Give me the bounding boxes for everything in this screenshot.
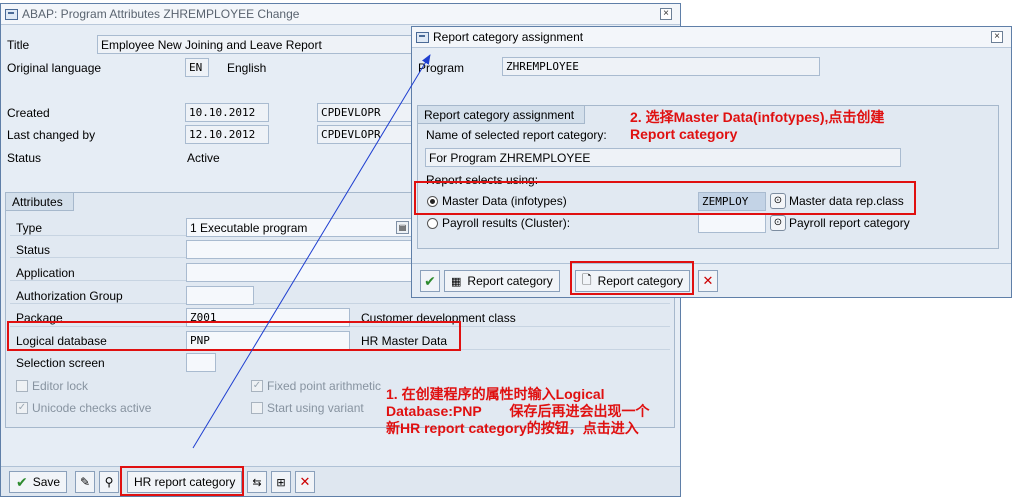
annotation-arrow-layer <box>192 54 431 449</box>
annotation-arrow <box>192 54 431 449</box>
